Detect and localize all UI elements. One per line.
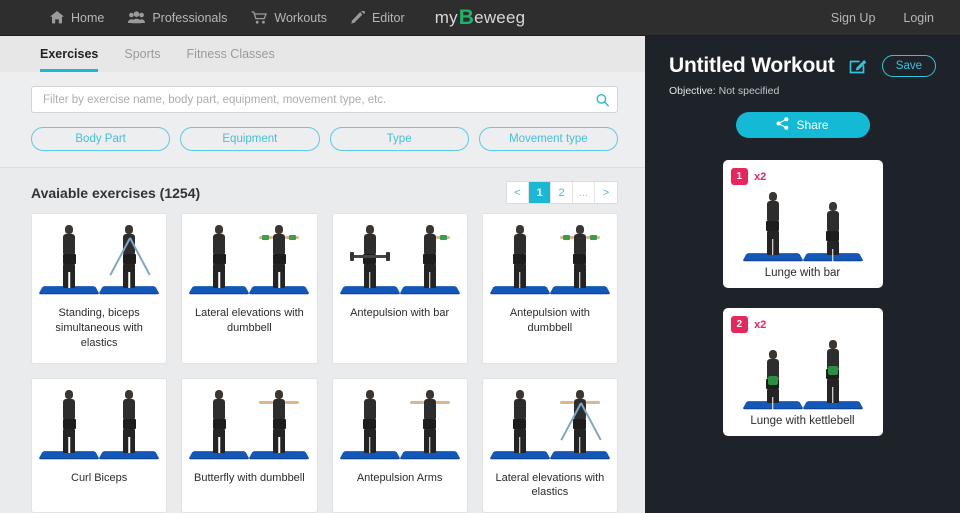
nav-item-workouts[interactable]: Workouts [251,11,327,25]
workout-item-reps: x2 [754,318,767,331]
exercise-thumbnail [182,214,317,298]
workout-item-name: Lunge with bar [764,267,841,279]
tabbar: Exercises Sports Fitness Classes [0,36,645,72]
signup-link[interactable]: Sign Up [831,11,875,25]
workout-item-number: 2 [730,316,749,333]
workout-item-name: Lunge with kettlebell [750,415,855,427]
workout-title-row: Untitled Workout Save [669,54,936,78]
logo-text-post: eweeg [474,7,526,27]
exercise-card[interactable]: Curl Biceps [31,377,168,513]
filter-type[interactable]: Type [329,127,469,151]
exercise-card-label: Lateral elevations with elastics [495,471,605,499]
exercise-thumbnail [32,378,167,463]
pagination-ellipsis: ... [573,182,595,203]
workout-item-number: 1 [730,168,749,185]
workout-item-reps: x2 [754,170,767,183]
exercise-card-label: Antepulsion with dumbbell [509,307,590,334]
auth-nav: Sign Up Login [831,11,934,25]
nav-item-editor-label: Editor [371,10,405,25]
nav-item-home[interactable]: Home [50,11,104,25]
exercise-grid: Standing, biceps simultaneous with elast… [31,213,618,513]
workout-item-thumbnail [731,187,875,261]
results-title: Avaiable exercises (1254) [31,184,201,201]
exercise-thumbnail [32,214,167,298]
main-nav: Home Professionals Workouts Editor [50,11,405,25]
exercise-card[interactable]: Antepulsion with bar [331,213,468,364]
exercise-thumbnail [482,214,617,298]
nav-item-workouts-label: Workouts [274,10,327,25]
share-button-label: Share [796,118,829,132]
workout-title: Untitled Workout [669,54,835,77]
share-icon [776,117,789,133]
exercise-card[interactable]: Lateral elevations with dumbbell [181,213,318,364]
logo-mark: B [458,6,475,29]
filter-pill-row: Body Part Equipment Type Movement type [31,127,618,151]
nav-item-home-label: Home [71,10,105,25]
exercise-thumbnail [482,378,617,463]
pagination-page-1[interactable]: 1 [529,182,551,203]
body-split: Exercises Sports Fitness Classes Body Pa… [0,36,960,513]
workout-item[interactable]: 2 x2 Lunge with kettlebell [722,308,883,436]
workout-item-badges: 2 x2 [730,316,875,333]
workout-item-badges: 1 x2 [730,168,875,185]
results-header: Avaiable exercises (1254) < 1 2 ... > [0,168,645,213]
exercise-card[interactable]: Antepulsion Arms [331,377,468,513]
exercise-browser: Exercises Sports Fitness Classes Body Pa… [0,36,645,513]
login-link[interactable]: Login [903,11,934,25]
tab-exercises[interactable]: Exercises [40,47,99,72]
filter-zone: Body Part Equipment Type Movement type [0,72,645,168]
exercise-thumbnail [182,378,317,463]
exercise-card-label: Standing, biceps simultaneous with elast… [55,307,143,349]
exercise-card[interactable]: Butterfly with dumbbell [181,377,318,513]
search-wrap [31,86,618,113]
save-button[interactable]: Save [881,55,936,77]
exercise-card-label: Butterfly with dumbbell [194,471,305,484]
pagination: < 1 2 ... > [506,181,618,204]
filter-movement-type[interactable]: Movement type [478,127,618,151]
nav-item-editor[interactable]: Editor [351,11,405,25]
workout-item-thumbnail [731,335,875,409]
pagination-page-2[interactable]: 2 [551,182,573,203]
exercise-card-label: Curl Biceps [71,471,128,484]
exercise-grid-scroll[interactable]: Standing, biceps simultaneous with elast… [0,213,645,513]
workout-objective: Objective: Not specified [669,85,936,97]
tab-fitness-classes[interactable]: Fitness Classes [187,47,275,72]
pagination-prev[interactable]: < [507,182,529,203]
people-icon [128,11,146,24]
cart-icon [251,11,268,24]
app-root: Home Professionals Workouts Editor my B … [0,0,960,513]
workout-objective-label: Objective: [669,85,716,97]
exercise-thumbnail [332,214,467,298]
edit-pencil-icon[interactable] [848,56,868,76]
exercise-card-label: Lateral elevations with dumbbell [194,307,304,334]
exercise-card[interactable]: Antepulsion with dumbbell [481,213,618,364]
logo-text-pre: my [434,7,458,27]
pencil-icon [351,11,365,24]
top-navbar: Home Professionals Workouts Editor my B … [0,0,960,36]
home-icon [50,11,64,24]
exercise-card-label: Antepulsion Arms [356,471,443,484]
exercise-card-label: Antepulsion with bar [350,307,450,319]
workout-item-list: 1 x2 Lunge with bar 2 x2 Lunge with kett… [669,160,936,436]
exercise-thumbnail [332,378,467,463]
search-icon[interactable] [596,93,609,106]
search-input[interactable] [31,86,618,113]
filter-body-part[interactable]: Body Part [31,127,171,151]
share-button[interactable]: Share [735,112,870,138]
site-logo[interactable]: my Beweeg [435,7,526,28]
pagination-next[interactable]: > [595,182,617,203]
filter-equipment[interactable]: Equipment [180,127,320,151]
exercise-card[interactable]: Standing, biceps simultaneous with elast… [31,213,168,364]
nav-item-professionals[interactable]: Professionals [128,11,227,25]
workout-item[interactable]: 1 x2 Lunge with bar [722,160,883,288]
nav-item-professionals-label: Professionals [152,10,228,25]
exercise-card[interactable]: Lateral elevations with elastics [481,377,618,513]
tab-sports[interactable]: Sports [124,47,160,72]
workout-panel: Untitled Workout Save Objective: Not spe… [645,36,960,513]
workout-objective-value: Not specified [718,85,780,97]
